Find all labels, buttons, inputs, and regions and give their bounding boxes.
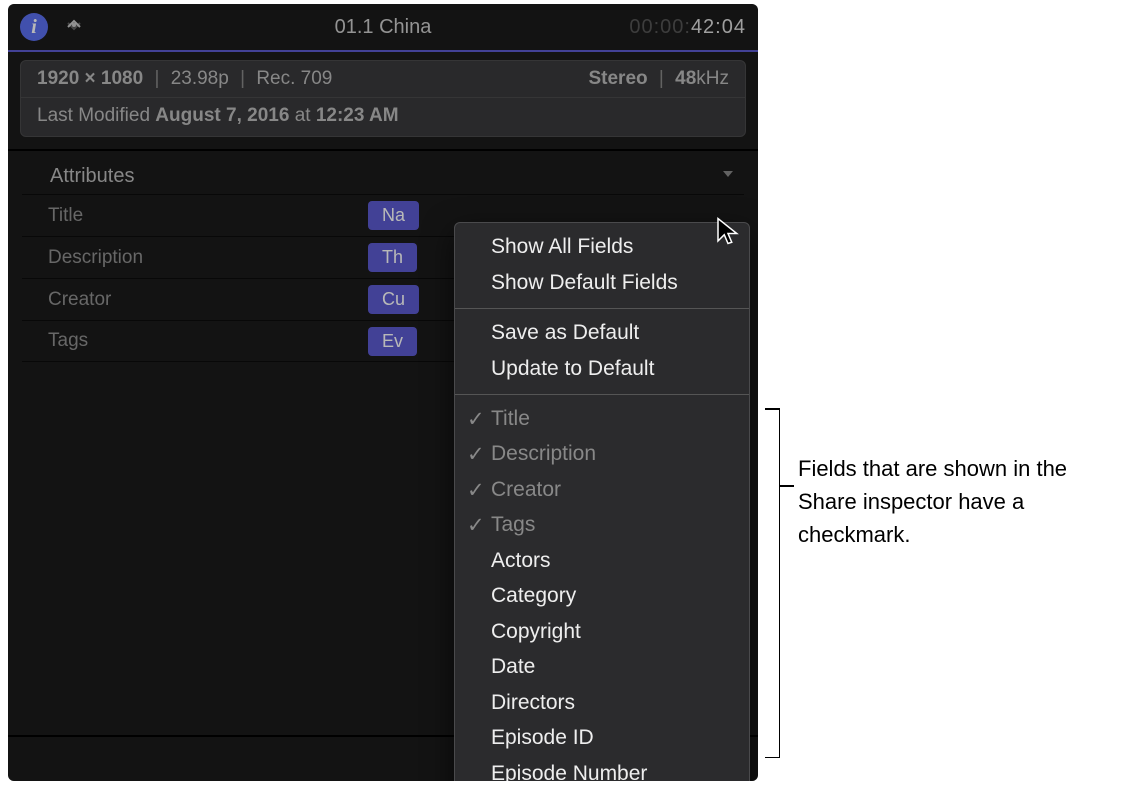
info-icon[interactable]: i xyxy=(20,13,48,41)
attributes-header[interactable]: Attributes xyxy=(8,151,758,194)
timecode-hours: 00:00: xyxy=(629,16,691,38)
menu-field-label: Title xyxy=(491,407,530,430)
resolution-value: 1920 × 1080 xyxy=(37,68,143,89)
menu-field-label: Creator xyxy=(491,478,561,501)
attr-value-field[interactable]: Ev xyxy=(368,327,417,356)
menu-field-label: Copyright xyxy=(491,620,581,643)
audio-layout-value: Stereo xyxy=(588,68,647,89)
menu-fields-list: ✓ Title ✓ Description ✓ Creator ✓ Tags Actors Cat… xyxy=(455,401,749,781)
menu-field-item[interactable]: Episode Number xyxy=(455,756,749,781)
attr-label: Description xyxy=(48,247,368,269)
attr-value-field[interactable]: Cu xyxy=(368,285,419,314)
checkmark-icon: ✓ xyxy=(467,510,485,542)
menu-field-label: Tags xyxy=(491,513,535,536)
checkmark-icon: ✓ xyxy=(467,475,485,507)
menu-field-label: Description xyxy=(491,442,596,465)
menu-field-item[interactable]: Directors xyxy=(455,685,749,721)
cursor-icon xyxy=(715,216,741,251)
menu-field-label: Actors xyxy=(491,549,551,572)
attr-label: Title xyxy=(48,205,368,227)
audio-format: Stereo | 48kHz xyxy=(588,68,729,90)
timecode-seconds: 42:04 xyxy=(691,16,746,38)
attr-label: Creator xyxy=(48,289,368,311)
colorspace-value: Rec. 709 xyxy=(256,68,332,89)
menu-save-as-default[interactable]: Save as Default xyxy=(455,315,749,351)
attr-value-field[interactable]: Th xyxy=(368,243,417,272)
modified-time: 12:23 AM xyxy=(316,105,399,127)
menu-field-item[interactable]: ✓ Title xyxy=(455,401,749,437)
menu-field-item[interactable]: Actors xyxy=(455,543,749,579)
menu-separator xyxy=(455,308,749,309)
inspector-header: i 01.1 China 00:00:42:04 xyxy=(8,4,758,50)
menu-show-default-fields[interactable]: Show Default Fields xyxy=(455,265,749,301)
timecode: 00:00:42:04 xyxy=(629,16,746,39)
menu-separator xyxy=(455,394,749,395)
menu-field-label: Episode Number xyxy=(491,762,647,781)
clip-title: 01.1 China xyxy=(335,16,432,38)
menu-field-item[interactable]: Copyright xyxy=(455,614,749,650)
callout-text: Fields that are shown in the Share inspe… xyxy=(798,452,1108,551)
chevron-down-icon[interactable] xyxy=(720,165,736,188)
modified-prefix: Last Modified xyxy=(37,105,150,127)
attr-value-field[interactable]: Na xyxy=(368,201,419,230)
media-info-card: 1920 × 1080 | 23.98p | Rec. 709 Stereo |… xyxy=(20,60,746,137)
menu-field-item[interactable]: Date xyxy=(455,649,749,685)
frame-rate-value: 23.98p xyxy=(171,68,229,89)
inspector-panel: i 01.1 China 00:00:42:04 1920 × 1080 | 2… xyxy=(8,4,758,781)
menu-field-label: Date xyxy=(491,655,535,678)
share-icon[interactable] xyxy=(62,13,86,42)
sample-rate-value: 48 xyxy=(675,68,696,89)
attributes-popup-menu: Show All Fields Show Default Fields Save… xyxy=(454,222,750,781)
checkmark-icon: ✓ xyxy=(467,404,485,436)
attr-label: Tags xyxy=(48,330,368,352)
menu-show-all-fields[interactable]: Show All Fields xyxy=(455,229,749,265)
menu-field-item[interactable]: Category xyxy=(455,578,749,614)
menu-field-item[interactable]: ✓ Tags xyxy=(455,507,749,543)
callout-bracket xyxy=(762,408,780,758)
modified-date: August 7, 2016 xyxy=(155,105,289,127)
menu-field-item[interactable]: ✓ Description xyxy=(455,436,749,472)
media-info-row-1: 1920 × 1080 | 23.98p | Rec. 709 Stereo |… xyxy=(21,61,745,97)
menu-field-label: Directors xyxy=(491,691,575,714)
menu-field-item[interactable]: Episode ID xyxy=(455,720,749,756)
media-info-row-2: Last Modified August 7, 2016 at 12:23 AM xyxy=(21,97,745,136)
callout-tick xyxy=(780,485,794,487)
checkmark-icon: ✓ xyxy=(467,439,485,471)
attributes-heading-label: Attributes xyxy=(50,165,134,188)
modified-at: at xyxy=(295,105,311,127)
menu-update-to-default[interactable]: Update to Default xyxy=(455,351,749,387)
menu-field-item[interactable]: ✓ Creator xyxy=(455,472,749,508)
menu-field-label: Episode ID xyxy=(491,726,594,749)
video-format: 1920 × 1080 | 23.98p | Rec. 709 xyxy=(37,68,332,90)
menu-field-label: Category xyxy=(491,584,576,607)
header-accent xyxy=(8,50,758,52)
sample-rate-unit: kHz xyxy=(696,68,729,89)
